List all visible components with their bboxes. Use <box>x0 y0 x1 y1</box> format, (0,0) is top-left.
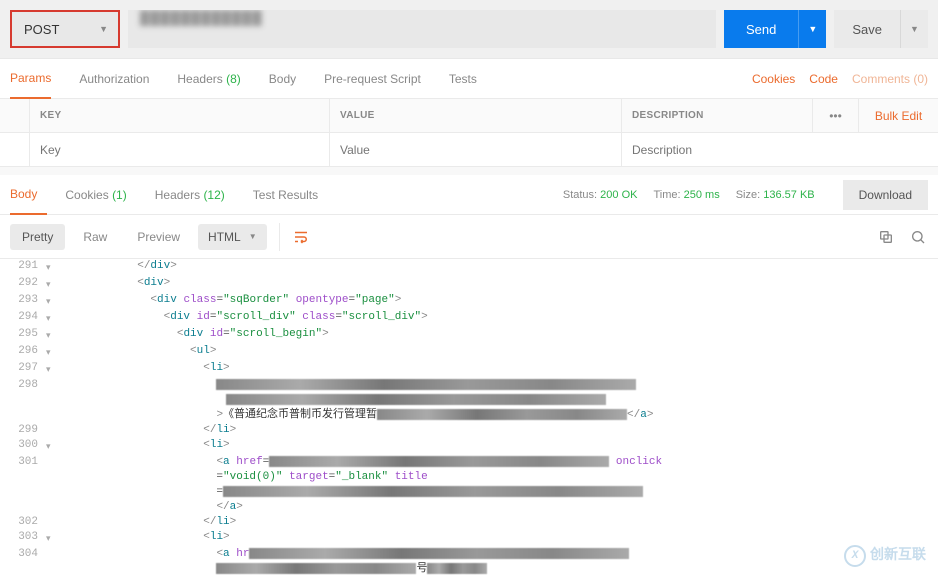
save-button[interactable]: Save <box>834 10 900 48</box>
wrap-lines-button[interactable] <box>279 223 311 251</box>
code-line: 292▾ <div> <box>0 276 938 293</box>
param-key-input[interactable] <box>40 143 319 157</box>
cookies-link[interactable]: Cookies <box>752 72 795 86</box>
code-line: 300▾ <li> <box>0 438 938 455</box>
resp-headers-count: (12) <box>203 188 224 202</box>
url-input[interactable]: ████████████ <box>128 10 716 48</box>
col-key-header: KEY <box>30 99 330 132</box>
tab-prerequest[interactable]: Pre-request Script <box>324 60 421 98</box>
tab-body[interactable]: Body <box>269 60 296 98</box>
url-blurred-text: ████████████ <box>140 10 263 25</box>
code-line: 291▾ </div> <box>0 259 938 276</box>
code-line <box>0 393 938 408</box>
resp-cookies-count: (1) <box>112 188 127 202</box>
tab-headers-label: Headers <box>177 72 222 86</box>
response-tabs: Body Cookies (1) Headers (12) Test Resul… <box>0 175 938 215</box>
send-button[interactable]: Send <box>724 10 798 48</box>
bulk-edit-link[interactable]: Bulk Edit <box>858 99 938 132</box>
code-line: 302 </li> <box>0 515 938 530</box>
col-more-actions[interactable]: ••• <box>812 99 858 132</box>
request-right-links: Cookies Code Comments (0) <box>752 72 928 86</box>
format-select[interactable]: HTML ▼ <box>198 224 267 250</box>
view-pretty[interactable]: Pretty <box>10 224 65 250</box>
param-desc-input[interactable] <box>632 143 928 157</box>
code-line: 293▾ <div class="sqBorder" opentype="pag… <box>0 293 938 310</box>
resp-tab-testresults[interactable]: Test Results <box>253 176 328 214</box>
request-bar: POST ▼ ████████████ Send ▼ Save ▼ <box>0 0 938 59</box>
params-header-row: KEY VALUE DESCRIPTION ••• Bulk Edit <box>0 99 938 133</box>
status-group: Status: 200 OK <box>563 189 638 201</box>
response-status-bar: Status: 200 OK Time: 250 ms Size: 136.57… <box>563 180 928 210</box>
param-value-input[interactable] <box>340 143 611 157</box>
status-value: 200 OK <box>600 189 637 201</box>
http-method-label: POST <box>24 22 59 37</box>
row-handle <box>0 133 30 166</box>
code-line: 298 <box>0 378 938 393</box>
request-tabs: Params Authorization Headers (8) Body Pr… <box>0 59 938 99</box>
view-raw[interactable]: Raw <box>71 224 119 250</box>
col-value-header: VALUE <box>330 99 622 132</box>
code-line: 301 <a href= onclick <box>0 455 938 470</box>
tab-params[interactable]: Params <box>10 59 51 99</box>
code-line: ="void(0)" target="_blank" title <box>0 470 938 485</box>
size-value: 136.57 KB <box>763 189 814 201</box>
resp-tab-cookies[interactable]: Cookies (1) <box>65 176 136 214</box>
chevron-down-icon: ▼ <box>249 232 257 241</box>
search-icon[interactable] <box>908 227 928 247</box>
size-group: Size: 136.57 KB <box>736 189 815 201</box>
tab-headers[interactable]: Headers (8) <box>177 60 240 98</box>
watermark-text: 创新互联 <box>870 549 926 564</box>
save-button-group: Save ▼ <box>834 10 928 48</box>
code-line: 299 </li> <box>0 423 938 438</box>
code-line: 297▾ <li> <box>0 361 938 378</box>
format-label: HTML <box>208 230 241 244</box>
response-toolbar-right <box>876 227 928 247</box>
send-dropdown[interactable]: ▼ <box>798 10 826 48</box>
code-line: 294▾ <div id="scroll_div" class="scroll_… <box>0 310 938 327</box>
watermark: X 创新互联 <box>844 545 926 567</box>
response-toolbar: Pretty Raw Preview HTML ▼ <box>0 215 938 259</box>
headers-count: (8) <box>226 72 241 86</box>
view-preview[interactable]: Preview <box>125 224 192 250</box>
copy-icon[interactable] <box>876 227 896 247</box>
col-desc-header: DESCRIPTION <box>622 99 812 132</box>
response-body-viewer[interactable]: X 创新互联 291▾ </div>292▾ <div>293▾ <div cl… <box>0 259 938 579</box>
params-input-row <box>0 133 938 167</box>
tab-authorization[interactable]: Authorization <box>79 60 149 98</box>
watermark-logo-icon: X <box>844 545 866 567</box>
time-group: Time: 250 ms <box>653 189 719 201</box>
tab-tests[interactable]: Tests <box>449 60 477 98</box>
comments-link[interactable]: Comments (0) <box>852 72 928 86</box>
code-line: 304 <a hr <box>0 547 938 562</box>
col-handle <box>0 99 30 132</box>
code-line: 295▾ <div id="scroll_begin"> <box>0 327 938 344</box>
code-link[interactable]: Code <box>809 72 838 86</box>
params-table: KEY VALUE DESCRIPTION ••• Bulk Edit <box>0 99 938 167</box>
resp-tab-body[interactable]: Body <box>10 175 47 215</box>
code-line: 296▾ <ul> <box>0 344 938 361</box>
download-button[interactable]: Download <box>843 180 928 210</box>
code-line: </a> <box>0 500 938 515</box>
resp-cookies-label: Cookies <box>65 188 108 202</box>
resp-headers-label: Headers <box>155 188 200 202</box>
resp-tab-headers[interactable]: Headers (12) <box>155 176 235 214</box>
send-button-group: Send ▼ <box>724 10 826 48</box>
http-method-select[interactable]: POST ▼ <box>10 10 120 48</box>
code-line: = <box>0 485 938 500</box>
save-dropdown[interactable]: ▼ <box>900 10 928 48</box>
code-line: 303▾ <li> <box>0 530 938 547</box>
chevron-down-icon: ▼ <box>99 24 108 34</box>
time-value: 250 ms <box>684 189 720 201</box>
code-line: >《普通纪念币普制币发行管理暂</a> <box>0 408 938 423</box>
